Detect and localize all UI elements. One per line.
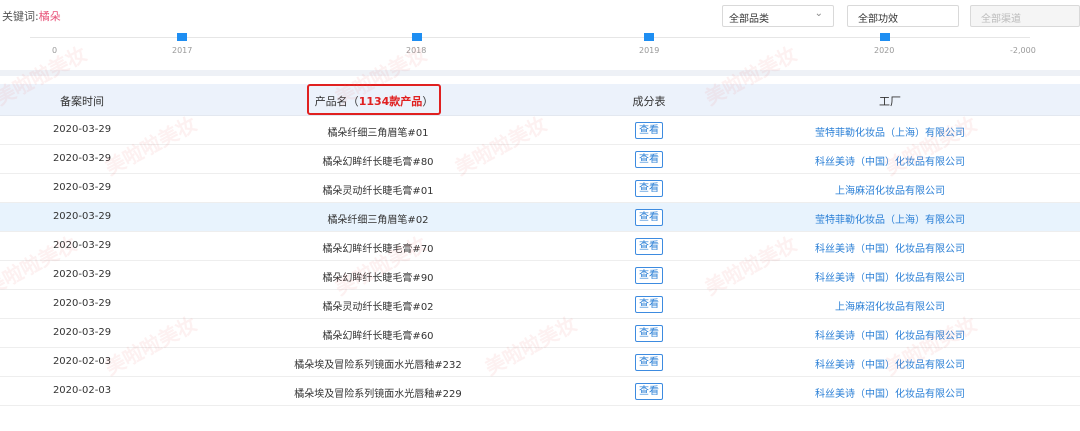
row-factory-link[interactable]: 科丝美诗（中国）化妆品有限公司	[760, 269, 1020, 284]
ingredients-cell: 查看	[626, 383, 672, 400]
view-ingredients-button[interactable]: 查看	[635, 267, 663, 284]
row-date: 2020-02-03	[52, 385, 112, 396]
table-row[interactable]: 2020-02-03 橘朵埃及冒险系列镜面水光唇釉#229 查看 科丝美诗（中国…	[0, 377, 1080, 406]
ingredients-cell: 查看	[626, 296, 672, 313]
section-divider	[0, 70, 1080, 76]
view-ingredients-button[interactable]: 查看	[635, 238, 663, 255]
row-product-name: 橘朵幻眸纤长睫毛膏#90	[322, 273, 434, 284]
row-factory-link[interactable]: 莹特菲勒化妆品（上海）有限公司	[760, 124, 1020, 139]
row-factory-link[interactable]: 莹特菲勒化妆品（上海）有限公司	[760, 211, 1020, 226]
keyword-label: 关键词:	[2, 10, 39, 23]
row-factory-link[interactable]: 科丝美诗（中国）化妆品有限公司	[760, 153, 1020, 168]
table-row-hovered[interactable]: 2020-03-29 橘朵纤细三角眉笔#02 查看 莹特菲勒化妆品（上海）有限公…	[0, 203, 1080, 232]
timeline-year: 2017	[172, 46, 193, 55]
chevron-down-icon: ⌄	[814, 8, 823, 19]
timeline-left-value: 0	[52, 46, 58, 55]
view-ingredients-button[interactable]: 查看	[635, 383, 663, 400]
ingredients-cell: 查看	[626, 209, 672, 226]
header-date: 备案时间	[60, 95, 104, 108]
row-date: 2020-03-29	[52, 153, 112, 164]
ingredients-cell: 查看	[626, 122, 672, 139]
timeline-marker	[644, 33, 654, 41]
table-row[interactable]: 2020-03-29 橘朵幻眸纤长睫毛膏#70 查看 科丝美诗（中国）化妆品有限…	[0, 232, 1080, 261]
row-factory-link[interactable]: 科丝美诗（中国）化妆品有限公司	[760, 356, 1020, 371]
row-date: 2020-02-03	[52, 356, 112, 367]
row-product-name: 橘朵埃及冒险系列镜面水光唇釉#229	[294, 389, 462, 400]
row-date: 2020-03-29	[52, 182, 112, 193]
row-date: 2020-03-29	[52, 124, 112, 135]
product-table: 备案时间 产品名（1134款产品） 成分表 工厂 2020-03-29 橘朵纤细…	[0, 84, 1080, 406]
row-product-name: 橘朵幻眸纤长睫毛膏#80	[322, 157, 434, 168]
table-header: 备案时间 产品名（1134款产品） 成分表 工厂	[0, 84, 1080, 116]
timeline-year: 2019	[639, 46, 660, 55]
view-ingredients-button[interactable]: 查看	[635, 151, 663, 168]
row-date: 2020-03-29	[52, 327, 112, 338]
ingredients-cell: 查看	[626, 238, 672, 255]
row-product-name: 橘朵纤细三角眉笔#01	[327, 128, 429, 139]
view-ingredients-button[interactable]: 查看	[635, 209, 663, 226]
row-product-name: 橘朵纤细三角眉笔#02	[327, 215, 429, 226]
row-factory-link[interactable]: 上海麻沼化妆品有限公司	[760, 298, 1020, 313]
view-ingredients-button[interactable]: 查看	[635, 296, 663, 313]
header-ingredients: 成分表	[632, 95, 666, 108]
keyword-filter: 关键词:橘朵	[2, 8, 61, 24]
channel-select-value: 全部渠道	[981, 14, 1021, 25]
timeline-right-value: -2,000	[1010, 46, 1036, 55]
row-date: 2020-03-29	[52, 298, 112, 309]
row-factory-link[interactable]: 科丝美诗（中国）化妆品有限公司	[760, 327, 1020, 342]
table-row[interactable]: 2020-03-29 橘朵幻眸纤长睫毛膏#80 查看 科丝美诗（中国）化妆品有限…	[0, 145, 1080, 174]
row-date: 2020-03-29	[52, 269, 112, 280]
ingredients-cell: 查看	[626, 354, 672, 371]
row-date: 2020-03-29	[52, 211, 112, 222]
row-product-name: 橘朵幻眸纤长睫毛膏#60	[322, 331, 434, 342]
row-factory-link[interactable]: 科丝美诗（中国）化妆品有限公司	[760, 240, 1020, 255]
ingredients-cell: 查看	[626, 151, 672, 168]
ingredients-cell: 查看	[626, 325, 672, 342]
header-factory: 工厂	[879, 95, 901, 108]
ingredients-cell: 查看	[626, 267, 672, 284]
timeline-marker	[412, 33, 422, 41]
table-row[interactable]: 2020-02-03 橘朵埃及冒险系列镜面水光唇釉#232 查看 科丝美诗（中国…	[0, 348, 1080, 377]
table-row[interactable]: 2020-03-29 橘朵幻眸纤长睫毛膏#90 查看 科丝美诗（中国）化妆品有限…	[0, 261, 1080, 290]
keyword-value[interactable]: 橘朵	[39, 10, 61, 23]
filter-bar: 关键词:橘朵 全部品类 ⌄ 全部功效 全部渠道	[0, 0, 1080, 32]
category-select[interactable]: 全部品类 ⌄	[722, 5, 834, 27]
row-product-name: 橘朵幻眸纤长睫毛膏#70	[322, 244, 434, 255]
timeline-year: 2018	[406, 46, 427, 55]
header-highlight-box	[307, 84, 441, 115]
row-product-name: 橘朵埃及冒险系列镜面水光唇釉#232	[294, 360, 462, 371]
row-factory-link[interactable]: 上海麻沼化妆品有限公司	[760, 182, 1020, 197]
category-select-value: 全部品类	[729, 14, 769, 25]
effect-select-value: 全部功效	[858, 14, 898, 25]
view-ingredients-button[interactable]: 查看	[635, 122, 663, 139]
table-row[interactable]: 2020-03-29 橘朵灵动纤长睫毛膏#02 查看 上海麻沼化妆品有限公司	[0, 290, 1080, 319]
view-ingredients-button[interactable]: 查看	[635, 354, 663, 371]
row-date: 2020-03-29	[52, 240, 112, 251]
view-ingredients-button[interactable]: 查看	[635, 325, 663, 342]
ingredients-cell: 查看	[626, 180, 672, 197]
timeline-marker	[177, 33, 187, 41]
year-timeline: 0 2017 2018 2019 2020 -2,000	[0, 32, 1080, 84]
table-row[interactable]: 2020-03-29 橘朵纤细三角眉笔#01 查看 莹特菲勒化妆品（上海）有限公…	[0, 116, 1080, 145]
channel-select[interactable]: 全部渠道	[970, 5, 1080, 27]
row-factory-link[interactable]: 科丝美诗（中国）化妆品有限公司	[760, 385, 1020, 400]
view-ingredients-button[interactable]: 查看	[635, 180, 663, 197]
row-product-name: 橘朵灵动纤长睫毛膏#02	[322, 302, 434, 313]
timeline-year: 2020	[874, 46, 895, 55]
table-row[interactable]: 2020-03-29 橘朵灵动纤长睫毛膏#01 查看 上海麻沼化妆品有限公司	[0, 174, 1080, 203]
effect-select[interactable]: 全部功效	[847, 5, 959, 27]
table-row[interactable]: 2020-03-29 橘朵幻眸纤长睫毛膏#60 查看 科丝美诗（中国）化妆品有限…	[0, 319, 1080, 348]
row-product-name: 橘朵灵动纤长睫毛膏#01	[322, 186, 434, 197]
timeline-marker	[880, 33, 890, 41]
